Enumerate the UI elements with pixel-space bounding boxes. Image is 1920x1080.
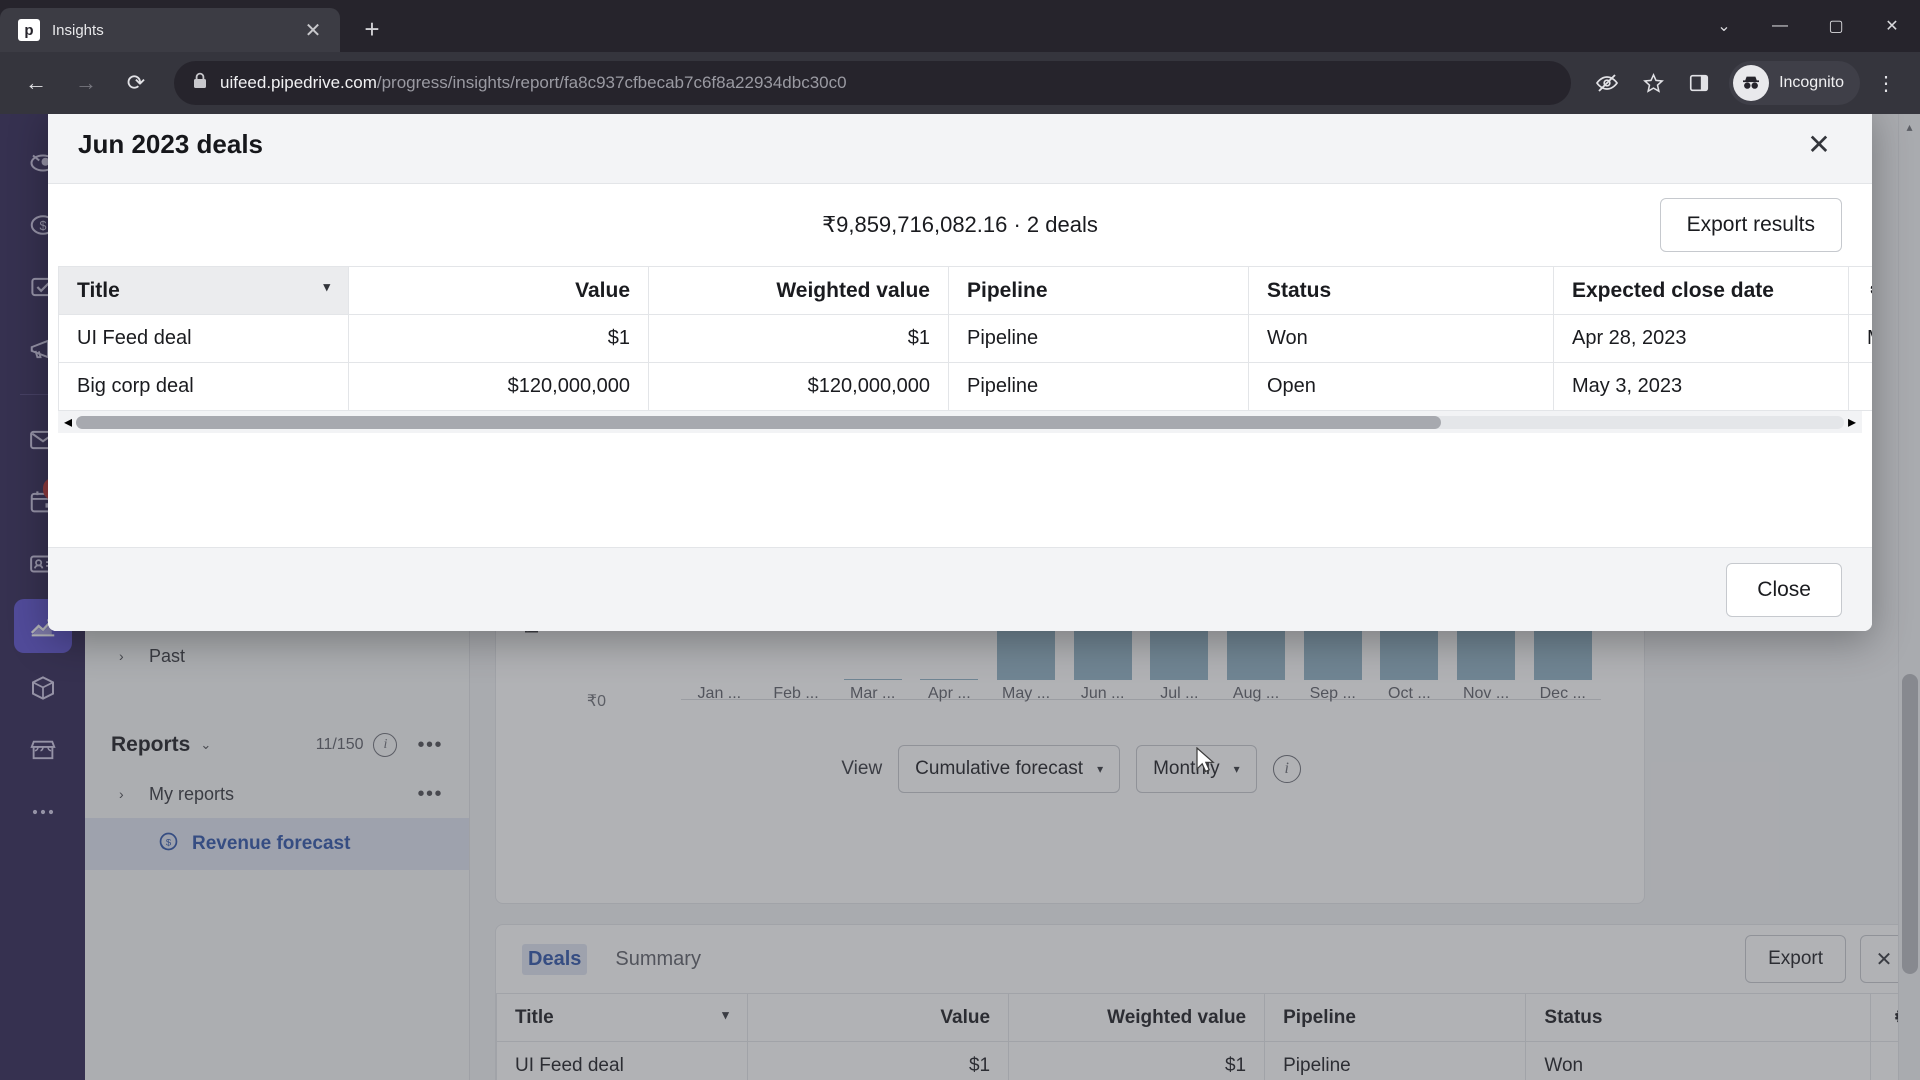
column-header-weighted-value[interactable]: Weighted value (648, 266, 949, 315)
jun-2023-deals-modal: Jun 2023 deals ✕ ₹9,859,716,082.16 · 2 d… (48, 114, 1872, 631)
profile-chip[interactable]: Incognito (1729, 61, 1860, 105)
cell-status: Won (1248, 314, 1554, 363)
modal-deals-table: Title ▾ Value Weighted value Pipeline Sta… (58, 266, 1872, 411)
modal-footer: Close (48, 547, 1872, 631)
column-header-pipeline[interactable]: Pipeline (948, 266, 1249, 315)
incognito-avatar-icon (1733, 65, 1770, 101)
lock-icon (192, 72, 208, 95)
modal-summary-text: ₹9,859,716,082.16 · 2 deals (822, 212, 1098, 237)
cell-value: $1 (348, 314, 649, 363)
table-row[interactable]: UI Feed deal $1 $1 Pipeline Won Apr 28, … (58, 314, 1872, 363)
page-viewport: $ 2 (0, 114, 1920, 1080)
cell-weighted-value: $1 (648, 314, 949, 363)
tab-title: Insights (52, 21, 104, 39)
cell-value: $120,000,000 (348, 362, 649, 411)
scroll-left-arrow-icon[interactable]: ◂ (64, 412, 72, 432)
window-controls: ⌄ — ▢ ✕ (1696, 0, 1920, 52)
cell-status: Open (1248, 362, 1554, 411)
column-label: Title (77, 278, 120, 302)
column-header-value[interactable]: Value (348, 266, 649, 315)
cell-overflow: M (1848, 314, 1872, 363)
reload-icon[interactable]: ⟳ (114, 61, 158, 105)
export-results-button[interactable]: Export results (1659, 198, 1842, 252)
sort-caret-icon[interactable]: ▾ (323, 279, 330, 295)
browser-tab-insights[interactable]: p Insights ✕ (0, 8, 340, 52)
modal-title: Jun 2023 deals (78, 129, 263, 159)
hide-tracking-icon[interactable] (1587, 63, 1627, 103)
cell-expected-close-date: May 3, 2023 (1553, 362, 1849, 411)
column-header-expected-close-date[interactable]: Expected close date (1553, 266, 1849, 315)
modal-table-scroll-container: Title ▾ Value Weighted value Pipeline Sta… (48, 266, 1872, 411)
close-window-icon[interactable]: ✕ (1864, 0, 1920, 52)
cell-title: Big corp deal (58, 362, 349, 411)
hscroll-thumb[interactable] (76, 415, 1442, 429)
modal-summary-bar: ₹9,859,716,082.16 · 2 deals Export resul… (48, 184, 1872, 266)
column-header-title[interactable]: Title ▾ (58, 266, 349, 315)
modal-header: Jun 2023 deals ✕ (48, 114, 1872, 184)
scroll-right-arrow-icon[interactable]: ▸ (1848, 412, 1856, 432)
column-header-status[interactable]: Status (1248, 266, 1554, 315)
close-icon[interactable]: ✕ (1796, 122, 1842, 168)
tab-strip: p Insights ✕ + ⌄ — ▢ ✕ (0, 0, 1920, 52)
cell-overflow (1848, 362, 1872, 411)
maximize-icon[interactable]: ▢ (1808, 0, 1864, 52)
toolbar-icon-group: Incognito ⋮ (1587, 61, 1906, 105)
pipedrive-favicon: p (18, 19, 40, 41)
profile-label: Incognito (1779, 74, 1844, 91)
url-text: uifeed.pipedrive.com/progress/insights/r… (220, 73, 847, 93)
table-settings-icon[interactable]: ⚙ (1848, 266, 1872, 315)
cell-weighted-value: $120,000,000 (648, 362, 949, 411)
table-header-row: Title ▾ Value Weighted value Pipeline Sta… (58, 266, 1872, 315)
bookmark-star-icon[interactable] (1633, 63, 1673, 103)
address-bar[interactable]: uifeed.pipedrive.com/progress/insights/r… (174, 61, 1572, 105)
browser-menu-icon[interactable]: ⋮ (1866, 61, 1906, 105)
modal-table-hscrollbar[interactable]: ◂ ▸ (58, 411, 1862, 433)
cell-title: UI Feed deal (58, 314, 349, 363)
table-row[interactable]: Big corp deal $120,000,000 $120,000,000 … (58, 362, 1872, 411)
hscroll-track[interactable] (76, 415, 1844, 429)
cell-pipeline: Pipeline (948, 362, 1249, 411)
cell-pipeline: Pipeline (948, 314, 1249, 363)
back-icon[interactable]: ← (14, 61, 58, 105)
minimize-icon[interactable]: — (1752, 0, 1808, 52)
close-tab-icon[interactable]: ✕ (300, 17, 326, 43)
side-panel-icon[interactable] (1679, 63, 1719, 103)
forward-icon[interactable]: → (64, 61, 108, 105)
close-button[interactable]: Close (1726, 562, 1842, 617)
url-domain: uifeed.pipedrive.com (220, 73, 377, 92)
new-tab-icon[interactable]: + (352, 9, 392, 49)
minimize-group-icon[interactable]: ⌄ (1696, 0, 1752, 52)
browser-toolbar: ← → ⟳ uifeed.pipedrive.com/progress/insi… (0, 52, 1920, 114)
browser-window: p Insights ✕ + ⌄ — ▢ ✕ ← → ⟳ uifeed.pipe… (0, 0, 1920, 1080)
url-path: /progress/insights/report/fa8c937cfbecab… (376, 73, 847, 92)
cell-expected-close-date: Apr 28, 2023 (1553, 314, 1849, 363)
